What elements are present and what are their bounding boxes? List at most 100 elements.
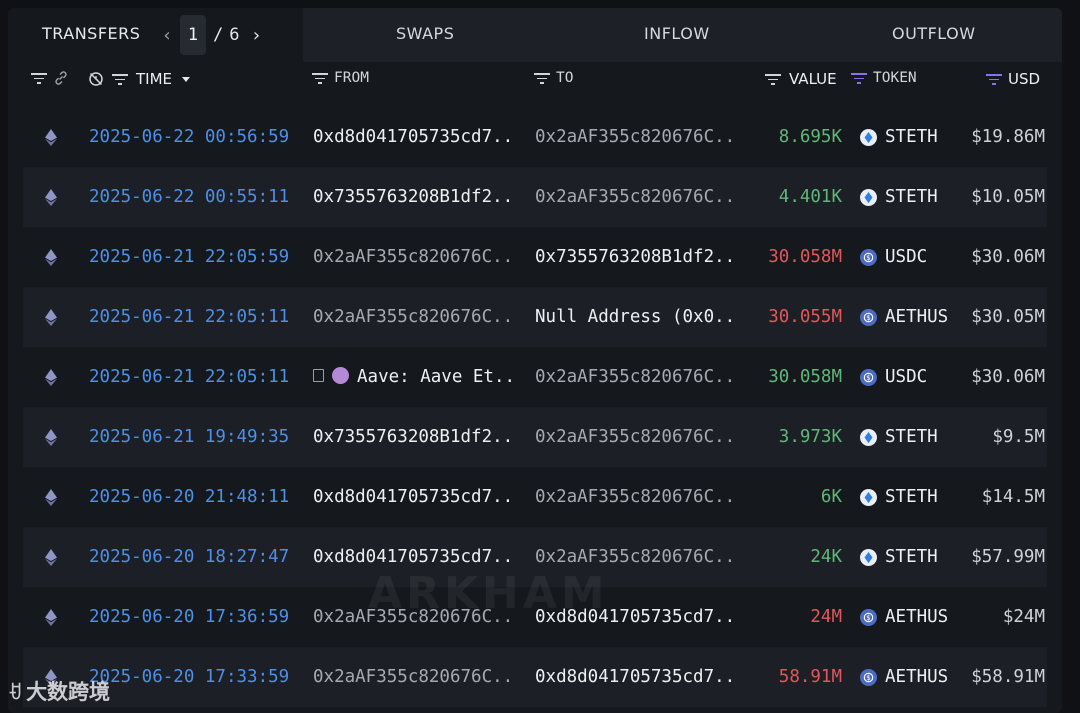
time-column-header[interactable]: TIME — [88, 70, 191, 88]
table-row[interactable]: 2025-06-22 00:55:11 0x7355763208B1df2... 0… — [23, 167, 1047, 227]
row-time[interactable]: 2025-06-22 00:55:11 — [89, 167, 289, 227]
link-icon[interactable] — [53, 70, 69, 86]
row-token[interactable]: $ AETHUS — [860, 287, 948, 347]
row-token[interactable]: STETH — [860, 107, 938, 167]
row-to[interactable]: 0x2aAF355c820676C... — [535, 347, 735, 407]
row-from[interactable]: 0xd8d041705735cd7... — [313, 107, 513, 167]
filter-icon[interactable] — [765, 73, 781, 85]
row-time[interactable]: 2025-06-21 22:05:11 — [89, 287, 289, 347]
steth-token-icon — [860, 548, 877, 566]
aave-icon — [332, 366, 349, 384]
usd-token-icon: $ — [860, 368, 877, 386]
ethereum-icon — [45, 347, 59, 407]
chevron-left-icon[interactable]: ‹ — [158, 25, 176, 46]
row-token[interactable]: $ USDC — [860, 347, 927, 407]
row-to[interactable]: Null Address (0x0... — [535, 287, 735, 347]
to-column-header[interactable]: TO — [534, 70, 573, 86]
ethereum-icon — [45, 227, 59, 287]
table-row[interactable]: 2025-06-22 00:56:59 0xd8d041705735cd7... 0… — [23, 107, 1047, 167]
clock-off-icon[interactable] — [88, 71, 104, 87]
row-time[interactable]: 2025-06-20 17:33:59 — [89, 647, 289, 707]
table-row[interactable]: 2025-06-21 22:05:11 Aave: Aave Et... 0x2aA… — [23, 347, 1047, 407]
table-row[interactable]: 2025-06-21 22:05:59 0x2aAF355c820676C... 0… — [23, 227, 1047, 287]
usd-token-icon: $ — [860, 248, 877, 266]
from-column-header[interactable]: FROM — [312, 70, 369, 86]
corner-watermark-logo-icon: ꀀ — [8, 683, 23, 704]
tab-swaps[interactable]: SWAPS — [396, 24, 454, 43]
row-token[interactable]: STETH — [860, 167, 938, 227]
svg-text:$: $ — [866, 314, 870, 322]
token-column-header[interactable]: TOKEN — [851, 70, 917, 86]
row-to[interactable]: 0xd8d041705735cd7... — [535, 647, 735, 707]
row-to[interactable]: 0x2aAF355c820676C... — [535, 167, 735, 227]
usd-column-header[interactable]: USD — [986, 70, 1040, 88]
row-time[interactable]: 2025-06-20 21:48:11 — [89, 467, 289, 527]
row-from[interactable]: 0x7355763208B1df2... — [313, 167, 513, 227]
arkham-watermark: ARKHAM — [368, 568, 609, 619]
row-token[interactable]: STETH — [860, 527, 938, 587]
filter-icon[interactable] — [534, 72, 550, 84]
tab-inflow[interactable]: INFLOW — [644, 24, 710, 43]
svg-text:$: $ — [866, 254, 870, 262]
usd-header-label: USD — [1008, 70, 1041, 88]
row-time[interactable]: 2025-06-20 18:27:47 — [89, 527, 289, 587]
steth-token-icon — [860, 428, 877, 446]
row-token[interactable]: $ USDC — [860, 227, 927, 287]
row-token[interactable]: STETH — [860, 407, 938, 467]
row-from-text: 0xd8d041705735cd7... — [313, 127, 513, 147]
row-token-symbol: STETH — [885, 547, 938, 567]
corner-watermark: ꀀ 大数跨境 — [8, 676, 110, 706]
row-from-text: 0x7355763208B1df2... — [313, 187, 513, 207]
filter-icon[interactable] — [851, 72, 867, 84]
table-row[interactable]: 2025-06-21 22:05:11 0x2aAF355c820676C... N… — [23, 287, 1047, 347]
filter-icon[interactable] — [986, 73, 1002, 85]
row-token-symbol: STETH — [885, 187, 938, 207]
row-token[interactable]: $ AETHUS — [860, 647, 948, 707]
row-to[interactable]: 0x2aAF355c820676C... — [535, 107, 735, 167]
chevron-right-icon[interactable]: › — [248, 25, 266, 46]
row-from[interactable]: 0x2aAF355c820676C... — [313, 287, 513, 347]
row-value: 8.695K — [778, 127, 842, 147]
row-time[interactable]: 2025-06-21 19:49:35 — [89, 407, 289, 467]
row-from[interactable]: 0x2aAF355c820676C... — [313, 647, 513, 707]
row-from[interactable]: 0x2aAF355c820676C... — [313, 227, 513, 287]
row-usd: $30.05M — [971, 307, 1045, 327]
filter-icon[interactable] — [31, 72, 47, 84]
row-from-text: 0xd8d041705735cd7... — [313, 487, 513, 507]
contract-icon — [313, 368, 324, 382]
row-time[interactable]: 2025-06-21 22:05:59 — [89, 227, 289, 287]
row-from[interactable]: 0x7355763208B1df2... — [313, 407, 513, 467]
row-token[interactable]: STETH — [860, 467, 938, 527]
filter-icon[interactable] — [112, 73, 128, 85]
row-to[interactable]: 0x7355763208B1df2... — [535, 227, 735, 287]
row-token[interactable]: $ AETHUS — [860, 587, 948, 647]
ethereum-icon — [45, 167, 59, 227]
caret-down-icon[interactable] — [182, 76, 191, 82]
to-header-label: TO — [556, 70, 574, 86]
page-separator: / — [213, 25, 224, 45]
row-to[interactable]: 0x2aAF355c820676C... — [535, 407, 735, 467]
chain-filter[interactable] — [31, 70, 69, 86]
row-time[interactable]: 2025-06-20 17:36:59 — [89, 587, 289, 647]
page-current[interactable]: 1 — [180, 15, 206, 55]
row-value: 30.058M — [768, 367, 842, 387]
tab-outflow[interactable]: OUTFLOW — [892, 24, 976, 43]
table-row[interactable]: 2025-06-20 21:48:11 0xd8d041705735cd7... 0… — [23, 467, 1047, 527]
row-time[interactable]: 2025-06-22 00:56:59 — [89, 107, 289, 167]
row-from-text: Aave: Aave Et... — [357, 367, 513, 387]
filter-icon[interactable] — [312, 72, 328, 84]
tab-transfers[interactable]: TRANSFERS — [42, 24, 140, 43]
row-time[interactable]: 2025-06-21 22:05:11 — [89, 347, 289, 407]
row-value: 58.91M — [778, 667, 842, 687]
row-usd: $14.5M — [981, 487, 1045, 507]
steth-token-icon — [860, 488, 877, 506]
row-to[interactable]: 0x2aAF355c820676C... — [535, 467, 735, 527]
row-token-symbol: AETHUS — [885, 667, 949, 687]
table-row[interactable]: 2025-06-21 19:49:35 0x7355763208B1df2... 0… — [23, 407, 1047, 467]
row-from[interactable]: 0xd8d041705735cd7... — [313, 467, 513, 527]
value-column-header[interactable]: VALUE — [765, 70, 837, 88]
from-header-label: FROM — [334, 70, 369, 86]
table-row[interactable]: 2025-06-20 17:33:59 0x2aAF355c820676C... 0… — [23, 647, 1047, 707]
row-usd: $9.5M — [992, 427, 1045, 447]
row-from[interactable]: Aave: Aave Et... — [313, 347, 513, 407]
